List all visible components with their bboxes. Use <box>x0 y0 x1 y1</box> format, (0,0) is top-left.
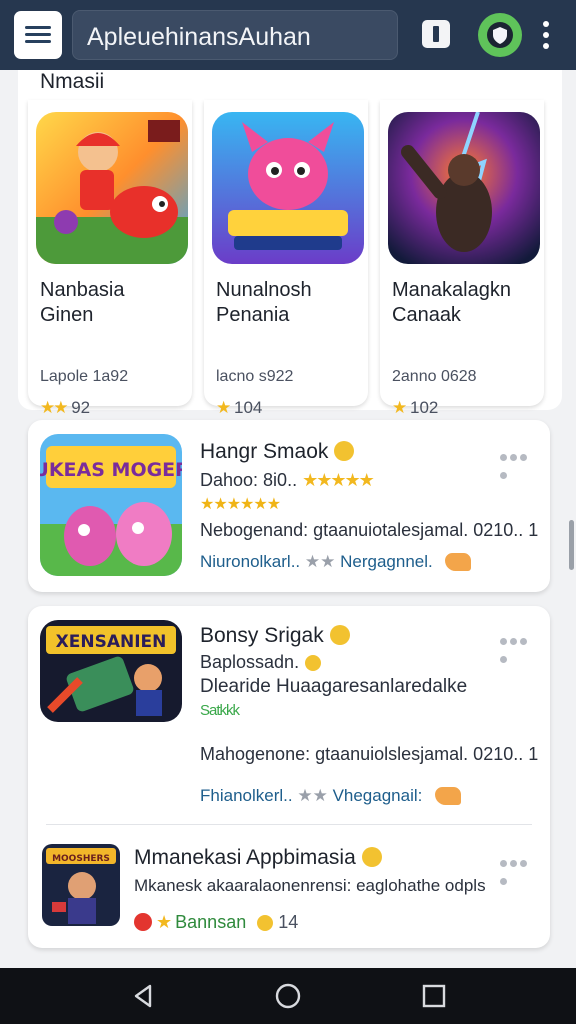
subtitle-text: Baplossadn. <box>200 652 300 672</box>
coin-icon <box>305 655 322 671</box>
game-name-line: Ginen <box>40 304 94 326</box>
app-title-text: Bonsy Srigak <box>200 624 324 647</box>
app-description: Mkanesk akaaralaonenrensi: eaglohathe od… <box>134 876 486 895</box>
game-meta: Lapole 1a92 <box>40 368 129 385</box>
link-right[interactable]: Nergagnnel. <box>340 552 433 571</box>
game-thumbnail <box>388 112 540 264</box>
back-icon[interactable] <box>130 982 158 1010</box>
game-name-line: Nunalnosh <box>216 279 312 301</box>
featured-card[interactable]: Nanbasia Ginen Lapole 1a92 ★★ 92 <box>28 100 192 417</box>
divider <box>46 824 532 825</box>
app-title: Hangr Smaok <box>200 440 355 464</box>
game-thumbnail: MOOSHERS <box>42 844 120 926</box>
section-title: Nmasii <box>40 70 105 93</box>
game-name: Manakalagkn Canaak <box>392 278 542 328</box>
star-icon: ★★ <box>40 398 69 417</box>
app-subtitle: Dahoo: 8i0.. ★★★★★ <box>200 470 375 491</box>
thumbs-up-icon[interactable] <box>435 787 462 805</box>
rating-value: 92 <box>71 398 91 417</box>
rating: ★★ 92 <box>40 398 90 418</box>
star-outline-icon: ★★ <box>304 552 336 571</box>
link-right[interactable]: Vhegagnail: <box>333 786 423 805</box>
app-description: Mahogenone: gtaanuiolslesjamal. 0210.. 1 <box>200 744 539 764</box>
star-rating: Satkkk <box>200 702 240 720</box>
rating: ★ 102 <box>392 398 438 418</box>
game-name-line: Manakalagkn <box>392 279 511 301</box>
system-nav-bar <box>0 968 576 1024</box>
shield-icon <box>487 22 513 48</box>
app-tagline: Dlearide Huaagaresanlaredalke <box>200 676 468 697</box>
recents-icon[interactable] <box>420 982 448 1010</box>
badge-icon <box>134 913 152 931</box>
featured-card[interactable]: Nunalnosh Penania lacno s922 ★ 104 <box>204 100 368 417</box>
more-options-icon[interactable] <box>500 632 538 663</box>
more-options-icon[interactable] <box>500 854 538 885</box>
verified-icon <box>329 625 350 645</box>
game-meta: lacno s922 <box>216 368 294 385</box>
art-text: MOOSHERS <box>52 854 110 864</box>
star-icon: ★ <box>392 398 407 417</box>
app-subtitle: Baplossadn. <box>200 652 322 673</box>
featured-card[interactable]: Manakalagkn Canaak 2anno 0628 ★ 102 <box>380 100 544 417</box>
home-icon[interactable] <box>274 982 302 1010</box>
content-area: Nmasii Nanbasia Ginen Lapole 1a92 ★★ 92 … <box>0 70 576 968</box>
stars-text: Satkkk <box>200 702 240 719</box>
verified-icon <box>334 441 355 461</box>
star-rating-icon: ★★★★★★ <box>200 496 281 513</box>
app-title-text: Hangr Smaok <box>200 440 329 463</box>
verified-icon <box>361 847 382 867</box>
game-thumbnail: XENSANIEN <box>40 620 182 722</box>
rating: ★ 104 <box>216 398 262 418</box>
app-title-text: Mmanekasi Appbimasia <box>134 846 356 869</box>
game-name-line: Penania <box>216 304 290 326</box>
thumbs-up-icon[interactable] <box>445 553 472 571</box>
scrollbar[interactable] <box>569 520 574 570</box>
game-meta: 2anno 0628 <box>392 368 477 385</box>
rating-value: 104 <box>233 398 263 417</box>
tab-icon[interactable] <box>422 20 450 48</box>
search-text: ApleuehinansAuhan <box>87 23 311 51</box>
star-icon: ★ <box>216 398 231 417</box>
app-description: Nebogenand: gtaanuiotalesjamal. 0210.. 1 <box>200 520 539 540</box>
star-icon: ★★★★★ <box>302 470 375 490</box>
game-name: Nunalnosh Penania <box>216 278 366 328</box>
rating-value: 102 <box>409 398 439 417</box>
search-input[interactable]: ApleuehinansAuhan <box>72 10 398 60</box>
menu-icon[interactable] <box>14 11 62 59</box>
shield-button[interactable] <box>478 13 522 57</box>
star-icon: ★ <box>156 912 172 932</box>
game-thumbnail <box>36 112 188 264</box>
app-title: Bonsy Srigak <box>200 624 350 648</box>
game-name-line: Canaak <box>392 304 461 326</box>
link-left[interactable]: Niuronolkarl.. <box>200 552 300 571</box>
art-text: SNUKEAS MOGERAS <box>40 459 182 481</box>
star-outline-icon: ★★ <box>297 786 328 805</box>
game-thumbnail: SNUKEAS MOGERAS <box>40 434 182 576</box>
app-links[interactable]: Fhianolkerl.. ★★ Vhegagnail: <box>200 786 462 806</box>
count-value: 14 <box>278 912 299 932</box>
app-badge-row: ★ Bannsan 14 <box>134 912 298 933</box>
badge-text: Bannsan <box>175 912 247 932</box>
art-text: XENSANIEN <box>56 632 167 652</box>
more-vert-icon[interactable] <box>541 21 551 49</box>
app-bar: ApleuehinansAuhan <box>0 0 576 70</box>
app-links[interactable]: Niuronolkarl.. ★★ Nergagnnel. <box>200 552 472 572</box>
app-title: Mmanekasi Appbimasia <box>134 846 382 870</box>
list-card[interactable]: SNUKEAS MOGERAS Hangr Smaok Dahoo: 8i0..… <box>28 420 550 592</box>
game-name-line: Nanbasia <box>40 279 125 301</box>
subtitle-text: Dahoo: 8i0.. <box>200 470 298 490</box>
link-left[interactable]: Fhianolkerl.. <box>200 786 293 805</box>
coin-icon <box>257 915 274 931</box>
game-thumbnail <box>212 112 364 264</box>
list-card[interactable]: XENSANIEN Bonsy Srigak Baplossadn. Dlear… <box>28 606 550 948</box>
game-name: Nanbasia Ginen <box>40 278 190 328</box>
more-options-icon[interactable] <box>500 448 538 479</box>
